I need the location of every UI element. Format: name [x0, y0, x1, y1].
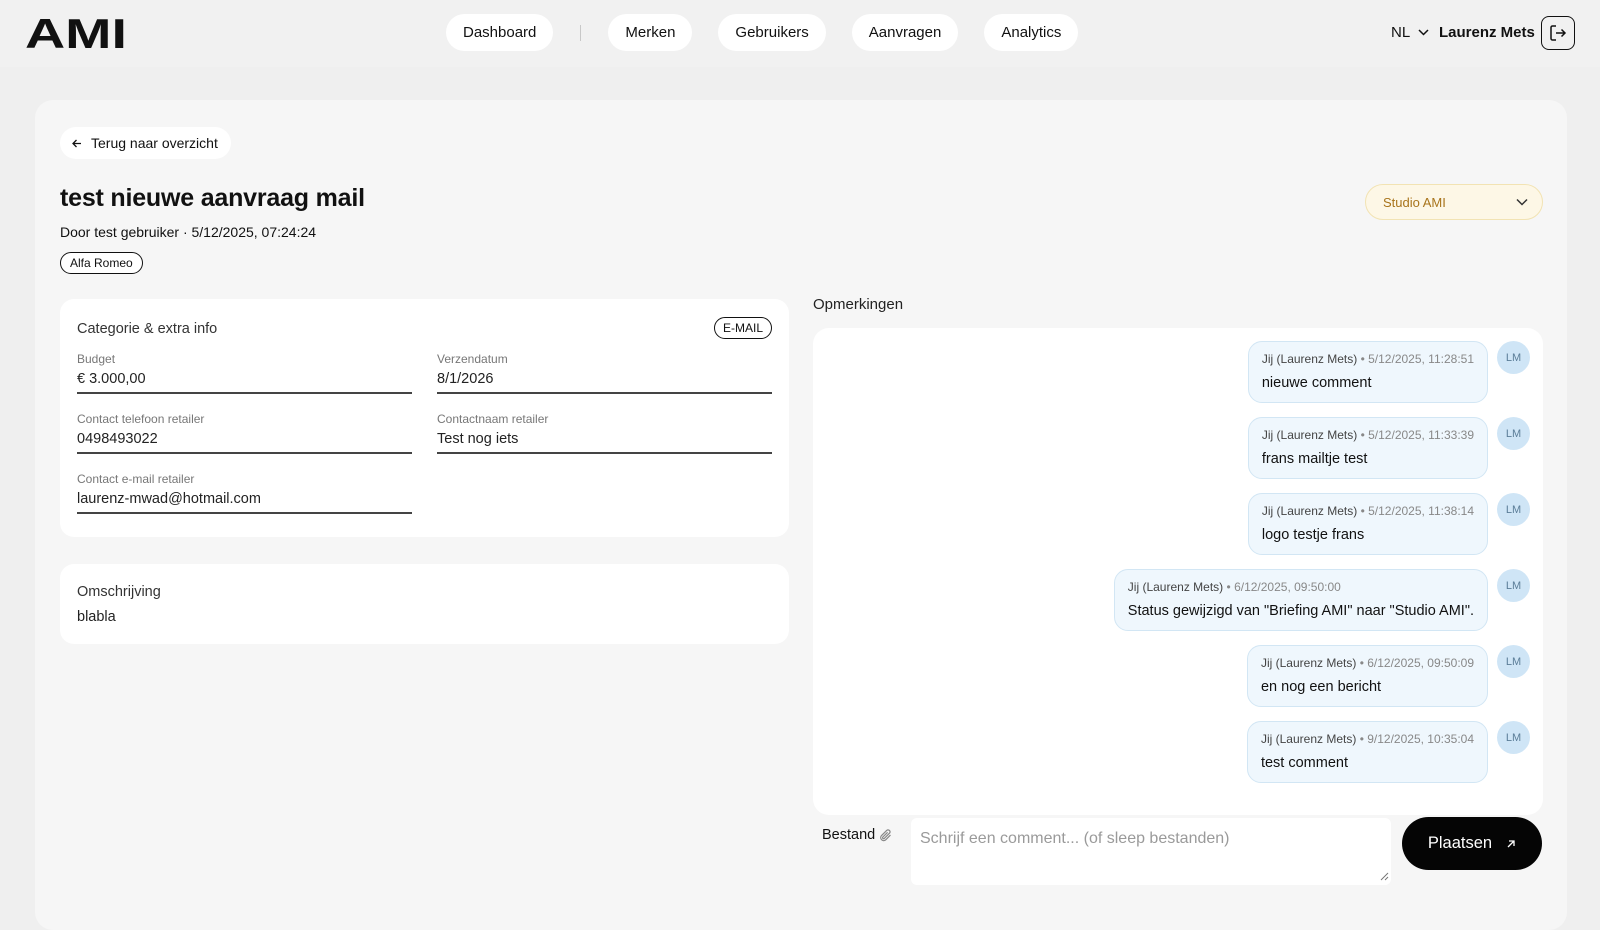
field-value: 8/1/2026: [437, 371, 494, 387]
comment-author: Jij (Laurenz Mets): [1261, 352, 1358, 366]
comment-text: test comment: [1260, 755, 1348, 771]
back-to-overview-button[interactable]: Terug naar overzicht: [60, 127, 231, 159]
avatar: LM: [1497, 645, 1530, 678]
ami-logo[interactable]: AMI: [25, 14, 129, 52]
field-value: € 3.000,00: [77, 371, 146, 387]
field-label: Contactnaam retailer: [437, 412, 549, 426]
comment-datetime: 9/12/2025, 10:35:04: [1367, 732, 1474, 746]
main-nav: Dashboard Merken Gebruikers Aanvragen An…: [446, 14, 1079, 51]
retailer-phone-field[interactable]: Contact telefoon retailer 0498493022: [77, 412, 412, 454]
comment-bubble: Jij (Laurenz Mets) • 9/12/2025, 10:35:04…: [1246, 721, 1488, 783]
brand-tag: Alfa Romeo: [60, 252, 143, 274]
category-badge: E-MAIL: [713, 317, 772, 339]
nav-divider: [580, 24, 582, 41]
nav-gebruikers[interactable]: Gebruikers: [718, 14, 826, 51]
nav-aanvragen[interactable]: Aanvragen: [851, 14, 959, 51]
status-value: Studio AMI: [1383, 194, 1446, 210]
comment-separator: •: [1360, 352, 1365, 366]
comment-datetime: 6/12/2025, 09:50:09: [1367, 656, 1474, 670]
comment-text: logo testje frans: [1261, 527, 1365, 543]
arrow-up-right-icon: [1507, 839, 1515, 847]
comment-bubble: Jij (Laurenz Mets) • 5/12/2025, 11:38:14…: [1247, 493, 1488, 555]
comment-datetime: 5/12/2025, 11:28:51: [1368, 352, 1474, 366]
retailer-email-field[interactable]: Contact e-mail retailer laurenz-mwad@hot…: [77, 472, 412, 514]
description-card: Omschrijving blabla: [60, 564, 789, 644]
comment-meta: Jij (Laurenz Mets) • 5/12/2025, 11:38:14: [1262, 504, 1474, 518]
comments-title: Opmerkingen: [813, 296, 904, 313]
budget-field[interactable]: Budget € 3.000,00: [77, 352, 412, 394]
comment-text: en nog een bericht: [1260, 679, 1382, 695]
comment-author: Jij (Laurenz Mets): [1260, 656, 1357, 670]
comment-separator: •: [1360, 428, 1365, 442]
comment-bubble: Jij (Laurenz Mets) • 6/12/2025, 09:50:00…: [1113, 569, 1488, 631]
comment-meta: Jij (Laurenz Mets) • 6/12/2025, 09:50:00: [1128, 580, 1474, 594]
language-label: NL: [1391, 24, 1411, 41]
avatar: LM: [1497, 493, 1530, 526]
description-text: blabla: [77, 609, 116, 625]
comment-bubble: Jij (Laurenz Mets) • 5/12/2025, 11:33:39…: [1247, 417, 1488, 479]
nav-merken[interactable]: Merken: [608, 14, 693, 51]
comment-author: Jij (Laurenz Mets): [1127, 580, 1224, 594]
avatar: LM: [1497, 569, 1530, 602]
comment-separator: •: [1360, 504, 1365, 518]
comment-separator: •: [1359, 656, 1364, 670]
comment-datetime: 5/12/2025, 11:38:14: [1368, 504, 1474, 518]
page-title: test nieuwe aanvraag mail: [60, 184, 365, 212]
info-card: Categorie & extra info E-MAIL Budget € 3…: [60, 299, 789, 537]
comment-author: Jij (Laurenz Mets): [1261, 428, 1358, 442]
comment-input[interactable]: [911, 818, 1391, 885]
field-label: Contact telefoon retailer: [77, 412, 205, 426]
comment-meta: Jij (Laurenz Mets) • 6/12/2025, 09:50:09: [1261, 656, 1474, 670]
info-card-title: Categorie & extra info: [77, 321, 218, 337]
chevron-down-icon: [1516, 198, 1528, 206]
comment-datetime: 5/12/2025, 11:33:39: [1368, 428, 1474, 442]
comment-meta: Jij (Laurenz Mets) • 5/12/2025, 11:33:39: [1262, 428, 1474, 442]
field-value: laurenz-mwad@hotmail.com: [77, 491, 261, 507]
send-date-field[interactable]: Verzendatum 8/1/2026: [437, 352, 772, 394]
retailer-contact-name-field[interactable]: Contactnaam retailer Test nog iets: [437, 412, 772, 454]
logout-button[interactable]: [1541, 16, 1575, 50]
nav-analytics[interactable]: Analytics: [984, 14, 1079, 51]
comment-author: Jij (Laurenz Mets): [1260, 732, 1357, 746]
user-name: Laurenz Mets: [1439, 24, 1535, 41]
avatar: LM: [1497, 721, 1530, 754]
field-label: Contact e-mail retailer: [77, 472, 195, 486]
comment-text: nieuwe comment: [1261, 375, 1372, 391]
request-detail-panel: Terug naar overzicht test nieuwe aanvraa…: [35, 100, 1567, 930]
logo-text: AMI: [25, 14, 127, 52]
status-dropdown[interactable]: Studio AMI: [1365, 184, 1543, 220]
nav-dashboard[interactable]: Dashboard: [446, 14, 554, 51]
top-bar: AMI Dashboard Merken Gebruikers Aanvrage…: [0, 0, 1600, 67]
field-label: Verzendatum: [437, 352, 508, 366]
logout-icon: [1550, 25, 1567, 41]
back-label: Terug naar overzicht: [91, 135, 218, 151]
file-label: Bestand: [822, 827, 876, 843]
avatar: LM: [1497, 341, 1530, 374]
post-label: Plaatsen: [1427, 834, 1493, 852]
comment-datetime: 6/12/2025, 09:50:00: [1234, 580, 1341, 594]
comment-bubble: Jij (Laurenz Mets) • 6/12/2025, 09:50:09…: [1246, 645, 1488, 707]
arrow-left-icon: [72, 139, 81, 147]
comment-bubble: Jij (Laurenz Mets) • 5/12/2025, 11:28:51…: [1247, 341, 1488, 403]
comments-list[interactable]: Jij (Laurenz Mets) • 5/12/2025, 11:28:51…: [813, 328, 1543, 815]
resize-grip-icon[interactable]: [1380, 872, 1389, 881]
comment-meta: Jij (Laurenz Mets) • 5/12/2025, 11:28:51: [1262, 352, 1474, 366]
comment-text: Status gewijzigd van "Briefing AMI" naar…: [1127, 603, 1474, 619]
post-comment-button[interactable]: Plaatsen: [1402, 817, 1542, 870]
comment-meta: Jij (Laurenz Mets) • 9/12/2025, 10:35:04: [1261, 732, 1474, 746]
comment-separator: •: [1226, 580, 1231, 594]
paperclip-icon: [880, 828, 892, 841]
request-meta: Door test gebruiker · 5/12/2025, 07:24:2…: [60, 224, 317, 240]
language-selector[interactable]: NL: [1391, 24, 1429, 41]
field-value: 0498493022: [77, 431, 158, 447]
field-value: Test nog iets: [437, 431, 519, 447]
chevron-down-icon: [1418, 29, 1429, 36]
description-title: Omschrijving: [77, 584, 161, 600]
comment-separator: •: [1359, 732, 1364, 746]
comment-text: frans mailtje test: [1261, 451, 1368, 467]
attach-file-button[interactable]: Bestand: [822, 827, 893, 843]
field-label: Budget: [77, 352, 116, 366]
comment-author: Jij (Laurenz Mets): [1261, 504, 1358, 518]
avatar: LM: [1497, 417, 1530, 450]
